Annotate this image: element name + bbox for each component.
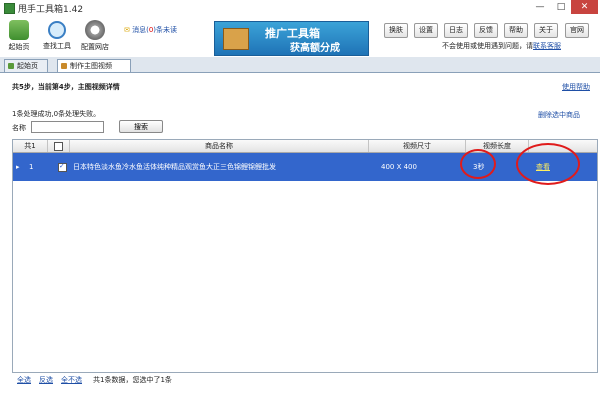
- promo-banner[interactable]: 推广工具箱 获高额分成: [214, 21, 369, 56]
- search-icon: [48, 21, 66, 39]
- settings-button[interactable]: 设置: [414, 23, 438, 38]
- select-all-link[interactable]: 全选: [17, 375, 31, 385]
- window-title: 甩手工具箱1.42: [18, 5, 84, 15]
- tab-start-page-label: 起始页: [17, 62, 38, 70]
- invert-selection-link[interactable]: 反选: [39, 375, 53, 385]
- toolbar-home-label: 起始页: [8, 43, 30, 51]
- name-search-input[interactable]: [31, 121, 104, 133]
- home-icon: [9, 20, 29, 40]
- toolbar-configure-store-label: 配置网店: [81, 43, 109, 51]
- name-label: 名称: [12, 124, 26, 132]
- gear-icon: [85, 20, 105, 40]
- toolbar-find-tools-label: 查找工具: [43, 42, 71, 50]
- product-table: 共1 商品名称 视频尺寸 视频长度 ▸ 1 日本特色淡水鱼冷水鱼活体纯种精品观赏…: [12, 139, 598, 373]
- header-select-all[interactable]: [48, 140, 70, 152]
- tab-start-page[interactable]: 起始页: [4, 59, 48, 72]
- home-icon: [8, 63, 14, 69]
- title-bar: 甩手工具箱1.42 — □ ✕: [0, 0, 600, 16]
- about-button[interactable]: 关于: [534, 23, 558, 38]
- row-pointer-icon: ▸: [16, 163, 20, 171]
- treasure-chest-icon: [223, 28, 249, 50]
- website-button[interactable]: 官网: [565, 23, 589, 38]
- minimize-button[interactable]: —: [529, 0, 551, 14]
- row-product-name: 日本特色淡水鱼冷水鱼活体纯种精品观赏鱼大正三色锦鲤锦鲤批发: [73, 163, 276, 171]
- header-count: 共1: [13, 140, 48, 152]
- tab-make-main-video[interactable]: 制作主图视频: [57, 59, 131, 72]
- delete-selected-link[interactable]: 删除选中商品: [538, 110, 580, 120]
- unread-messages[interactable]: ✉ 消息(0)条未读: [124, 25, 177, 35]
- close-button[interactable]: ✕: [571, 0, 598, 14]
- row-index: 1: [29, 163, 34, 171]
- message-prefix: 消息(: [132, 26, 149, 34]
- annotation-circle-length: [460, 149, 496, 179]
- search-button[interactable]: 搜索: [119, 120, 163, 133]
- toolbar-home[interactable]: 起始页: [2, 20, 36, 52]
- process-result: 1条处理成功,0条处理失败。: [12, 110, 101, 118]
- tab-make-main-video-label: 制作主图视频: [70, 62, 112, 70]
- help-button[interactable]: 帮助: [504, 23, 528, 38]
- video-icon: [61, 63, 67, 69]
- support-notice-text: 不会使用或使用遇到问题，请: [442, 42, 533, 50]
- tab-bar: 起始页 制作主图视频: [0, 57, 600, 73]
- message-suffix: )条未读: [153, 26, 178, 34]
- header-video-size: 视频尺寸: [369, 140, 466, 152]
- banner-line2: 获高额分成: [290, 43, 340, 54]
- table-header: 共1 商品名称 视频尺寸 视频长度: [13, 140, 597, 153]
- skin-button[interactable]: 换肤: [384, 23, 408, 38]
- row-checkbox[interactable]: [58, 162, 67, 172]
- maximize-button[interactable]: □: [551, 0, 571, 14]
- table-row[interactable]: ▸ 1 日本特色淡水鱼冷水鱼活体纯种精品观赏鱼大正三色锦鲤锦鲤批发 400 X …: [13, 153, 597, 181]
- select-none-link[interactable]: 全不选: [61, 375, 82, 385]
- toolbar-find-tools[interactable]: 查找工具: [40, 20, 74, 51]
- app-logo-icon: [4, 3, 15, 14]
- contact-support-link[interactable]: 联系客服: [533, 42, 561, 50]
- select-all-checkbox[interactable]: [54, 142, 63, 151]
- support-notice: 不会使用或使用遇到问题，请联系客服: [442, 41, 561, 51]
- header-product-name: 商品名称: [70, 140, 369, 152]
- row-video-size: 400 X 400: [381, 163, 417, 171]
- step-indicator: 共5步，当前第4步，主图视频详情: [12, 83, 120, 91]
- main-toolbar: 起始页 查找工具 配置网店 ✉ 消息(0)条未读 推广工具箱 获高额分成 换肤 …: [0, 16, 600, 56]
- selection-summary: 共1条数据，您选中了1条: [93, 376, 172, 384]
- usage-help-link[interactable]: 使用帮助: [562, 82, 590, 92]
- main-panel: 共5步，当前第4步，主图视频详情 使用帮助 1条处理成功,0条处理失败。 删除选…: [6, 72, 598, 390]
- envelope-icon: ✉: [124, 26, 133, 34]
- log-button[interactable]: 日志: [444, 23, 468, 38]
- annotation-circle-view: [516, 143, 580, 185]
- feedback-button[interactable]: 反馈: [474, 23, 498, 38]
- toolbar-configure-store[interactable]: 配置网店: [78, 20, 112, 52]
